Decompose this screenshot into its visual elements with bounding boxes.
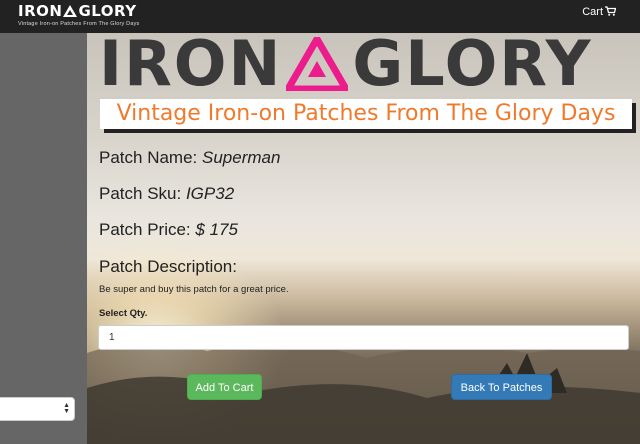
logo-right-text: GLORY (78, 2, 137, 20)
select-arrows-icon: ▲ ▼ (63, 402, 70, 415)
patch-price: Patch Price: $ 175 (99, 220, 238, 240)
patch-description-text: Be super and buy this patch for a great … (99, 284, 289, 295)
back-to-patches-button[interactable]: Back To Patches (451, 374, 552, 400)
patch-description-heading: Patch Description: (99, 257, 237, 276)
patch-sku-label: Patch Sku: (99, 184, 182, 203)
patch-price-label: Patch Price: (99, 220, 191, 239)
site-logo[interactable]: IRON GLORY Vintage Iron-on Patches From T… (18, 3, 140, 27)
triangle-logo-icon (282, 33, 353, 101)
hero-logo-left: IRON (99, 33, 283, 100)
logo-left-text: IRON (18, 2, 63, 20)
triangle-logo-icon (63, 4, 78, 20)
cart-link[interactable]: Cart (582, 6, 617, 18)
patch-name-label: Patch Name: (99, 148, 198, 167)
cart-label: Cart (582, 6, 603, 18)
hero-logo: IRON GLORY (99, 33, 593, 95)
patch-sku: Patch Sku: IGP32 (99, 184, 234, 204)
patch-name: Patch Name: Superman (99, 148, 280, 168)
sidebar-select[interactable]: ▲ ▼ (0, 397, 75, 421)
left-sidebar (0, 33, 87, 444)
shopping-cart-icon (605, 6, 617, 16)
patch-price-value: $ 175 (195, 220, 238, 239)
logo-tagline: Vintage Iron-on Patches From The Glory D… (18, 21, 140, 27)
hero-logo-right: GLORY (352, 33, 593, 100)
qty-input[interactable]: 1 (98, 325, 629, 350)
add-to-cart-button[interactable]: Add To Cart (187, 374, 262, 400)
product-panel: IRON GLORY Vintage Iron-on Patches From T… (87, 33, 640, 444)
patch-sku-value: IGP32 (185, 184, 235, 203)
patch-name-value: Superman (202, 148, 281, 167)
qty-label: Select Qty. (99, 308, 148, 319)
hero-tagline: Vintage Iron-on Patches From The Glory D… (100, 99, 632, 129)
top-navbar: IRON GLORY Vintage Iron-on Patches From T… (0, 0, 640, 33)
